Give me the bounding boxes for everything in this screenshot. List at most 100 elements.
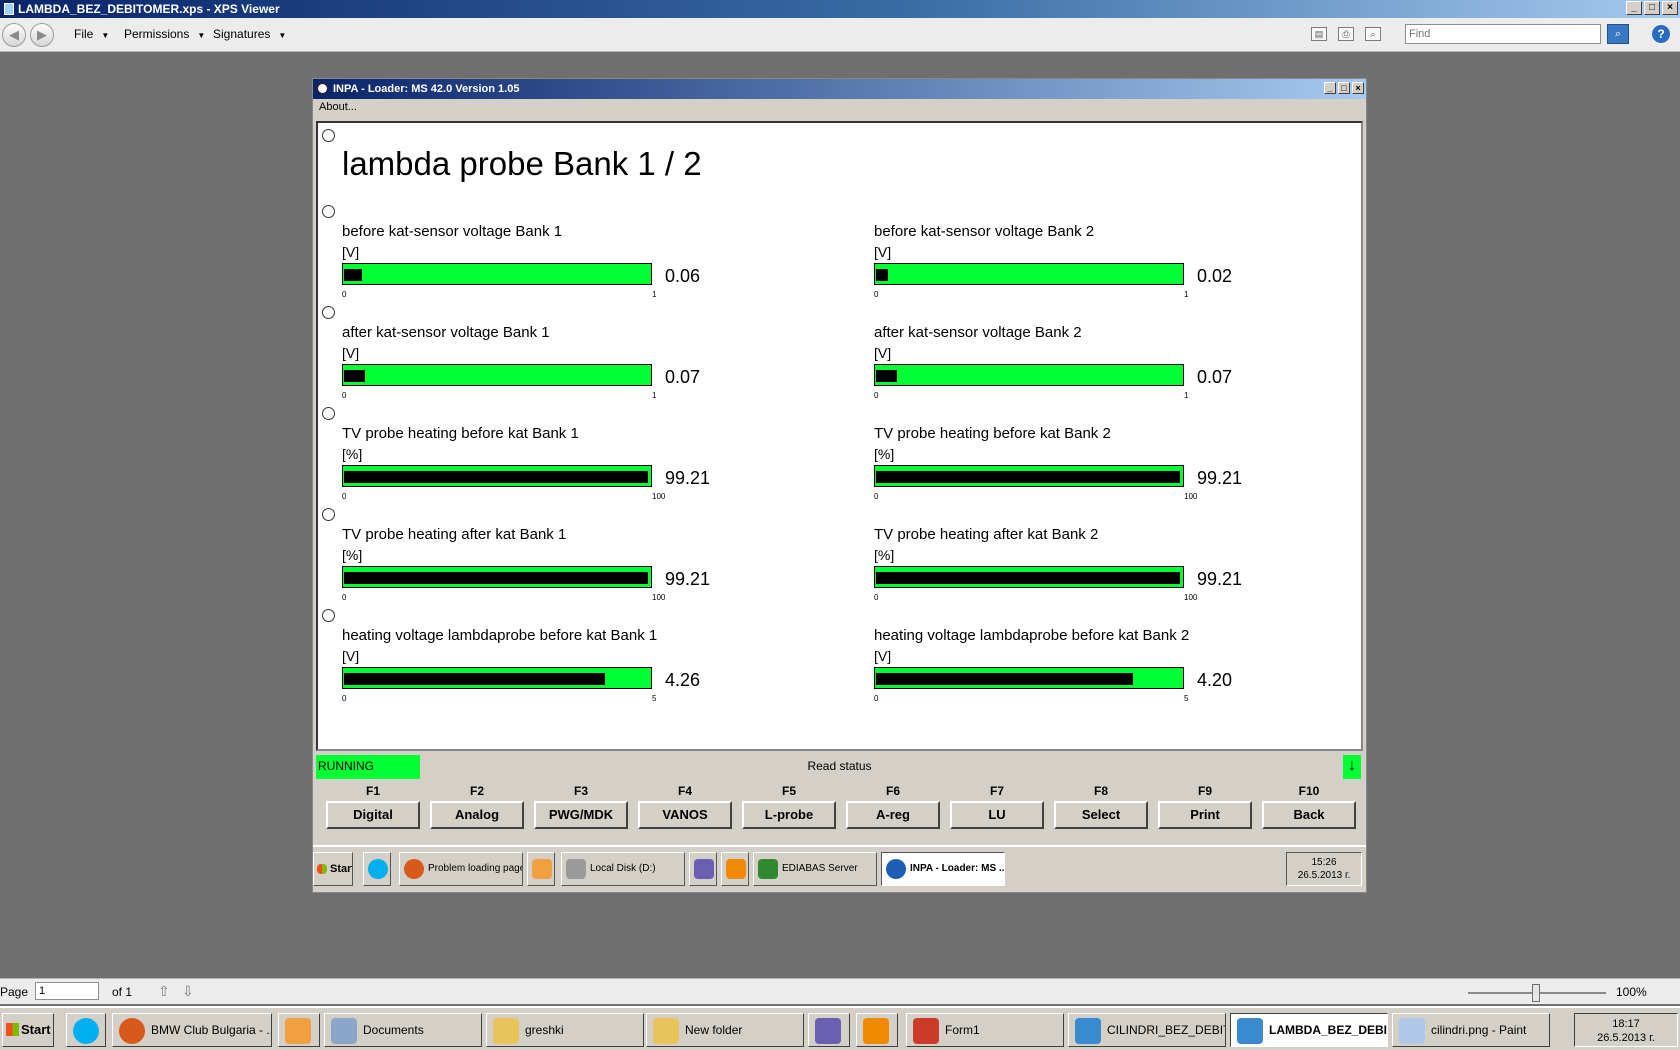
analog-button[interactable]: Analog [430, 801, 524, 829]
find-input[interactable] [1405, 24, 1601, 44]
inner-task-inpa[interactable]: INPA - Loader: MS ... [881, 852, 1005, 886]
folder-icon [493, 1018, 519, 1044]
clock-date: 26.5.2013 г. [1597, 1032, 1655, 1044]
close-button[interactable]: × [1662, 1, 1678, 15]
fkey-label: F7 [989, 784, 1004, 798]
skype-quicklaunch[interactable] [363, 852, 391, 886]
radio-button[interactable] [322, 609, 335, 622]
print-icon[interactable]: ⎙ [1338, 27, 1354, 41]
inpa-title: INPA - Loader: MS 42.0 Version 1.05 [333, 83, 520, 95]
gauge-min: 0 [874, 290, 879, 299]
gauge-9: heating voltage lambdaprobe before kat B… [342, 627, 722, 721]
skype-icon [73, 1018, 99, 1044]
menu-signatures[interactable]: Signatures ▼ [213, 27, 286, 41]
forward-button[interactable]: ▶ [30, 23, 54, 47]
page-number-input[interactable] [35, 982, 99, 1000]
gauge-label: TV probe heating before kat Bank 1 [342, 425, 579, 442]
gauge-max: 100 [1184, 492, 1198, 501]
gauge-max: 1 [1184, 391, 1189, 400]
gauge-label: before kat-sensor voltage Bank 2 [874, 223, 1095, 240]
inner-system-tray: 15:26 26.5.2013 г. [1286, 852, 1362, 886]
vlc-quicklaunch[interactable] [856, 1013, 898, 1047]
gauge-4: after kat-sensor voltage Bank 2 [V] 0.07 0 1 [874, 324, 1254, 418]
gauge-value: 99.21 [1197, 468, 1243, 488]
task-new-folder[interactable]: New folder [646, 1013, 804, 1047]
taskbar: Start BMW Club Bulgaria - ... Documents … [0, 1006, 1680, 1050]
page-view-icon[interactable]: ▤ [1311, 27, 1327, 41]
select-button[interactable]: Select [1054, 801, 1148, 829]
a-reg-button[interactable]: A-reg [846, 801, 940, 829]
inner-task-ediabas[interactable]: EDIABAS Server [753, 852, 877, 886]
menu-permissions-label: Permissions [124, 27, 190, 41]
vanos-button[interactable]: VANOS [638, 801, 732, 829]
radio-button[interactable] [322, 205, 335, 218]
help-icon[interactable]: ? [1652, 25, 1670, 43]
menu-file[interactable]: File ▼ [74, 27, 109, 41]
system-tray: 18:17 26.5.2013 г. [1574, 1013, 1678, 1047]
print-button[interactable]: Print [1158, 801, 1252, 829]
gauge-bar [874, 364, 1184, 386]
fkey-label: F1 [365, 784, 380, 798]
radio-button[interactable] [322, 129, 335, 142]
skype-quicklaunch[interactable] [66, 1013, 106, 1047]
media-quicklaunch[interactable] [278, 1013, 320, 1047]
radio-button[interactable] [322, 508, 335, 521]
gauge-unit: [V] [342, 648, 360, 664]
maximize-button[interactable]: □ [1644, 1, 1660, 15]
inner-task-disk[interactable]: Local Disk (D:) [561, 852, 685, 886]
lu-button[interactable]: LU [950, 801, 1044, 829]
inner-task-label: Local Disk (D:) [590, 863, 656, 874]
task-firefox[interactable]: BMW Club Bulgaria - ... [112, 1013, 272, 1047]
zoom-icon[interactable]: ⌕ [1365, 27, 1381, 41]
menu-about[interactable]: About... [319, 101, 357, 113]
radio-button[interactable] [322, 407, 335, 420]
next-page-icon[interactable]: ⇩ [182, 983, 194, 1000]
task-form1[interactable]: Form1 [906, 1013, 1064, 1047]
inner-clock-date: 26.5.2013 г. [1297, 870, 1351, 881]
search-icon[interactable]: ⌕ [1607, 24, 1629, 44]
inpa-content: lambda probe Bank 1 / 2 before kat-senso… [316, 121, 1363, 751]
vs-quicklaunch[interactable] [689, 852, 717, 886]
function-keys: F1 Digital F2 Analog F3 PWG/MDK F4 VANOS F5 L-pro… [316, 781, 1363, 841]
gauge-label: TV probe heating after kat Bank 1 [342, 526, 567, 543]
task-lambda-xps[interactable]: LAMBDA_BEZ_DEBI... [1230, 1013, 1388, 1047]
inpa-close-button[interactable]: × [1352, 82, 1364, 94]
inner-start-button[interactable]: Start [313, 852, 353, 886]
minimize-button[interactable]: _ [1626, 1, 1642, 15]
gauge-min: 0 [342, 492, 347, 501]
fkey-f8: F8 Select [1054, 781, 1148, 829]
menu-permissions[interactable]: Permissions ▼ [124, 27, 205, 41]
inpa-maximize-button[interactable]: □ [1338, 82, 1350, 94]
zoom-slider-thumb[interactable] [1532, 984, 1540, 1002]
start-button[interactable]: Start [2, 1013, 54, 1047]
inner-task-firefox[interactable]: Problem loading page... [399, 852, 523, 886]
previous-page-icon[interactable]: ⇧ [158, 983, 170, 1000]
radio-button[interactable] [322, 306, 335, 319]
gauge-max: 1 [652, 290, 657, 299]
task-label: Documents [363, 1023, 424, 1037]
fkey-f10: F10 Back [1262, 781, 1356, 829]
status-row: RUNNING Read status ↓ [316, 755, 1363, 779]
digital-button[interactable]: Digital [326, 801, 420, 829]
gauge-label: heating voltage lambdaprobe before kat B… [874, 627, 1190, 644]
inner-start-label: Start [330, 863, 353, 875]
task-greshki[interactable]: greshki [486, 1013, 644, 1047]
vlc-quicklaunch[interactable] [721, 852, 749, 886]
inpa-minimize-button[interactable]: _ [1324, 82, 1336, 94]
xps-titlebar[interactable]: LAMBDA_BEZ_DEBITOMER.xps - XPS Viewer _ … [0, 0, 1680, 18]
back-button[interactable]: Back [1262, 801, 1356, 829]
inner-task-label: Problem loading page... [428, 863, 522, 874]
task-paint[interactable]: cilindri.png - Paint [1392, 1013, 1550, 1047]
task-documents[interactable]: Documents [324, 1013, 482, 1047]
back-button[interactable]: ◀ [2, 23, 26, 47]
l-probe-button[interactable]: L-probe [742, 801, 836, 829]
fkey-label: F3 [573, 784, 588, 798]
page-label: Page [0, 985, 29, 999]
media-quicklaunch[interactable] [527, 852, 555, 886]
pwg-mdk-button[interactable]: PWG/MDK [534, 801, 628, 829]
vs-quicklaunch[interactable] [808, 1013, 850, 1047]
gauge-label: heating voltage lambdaprobe before kat B… [342, 627, 658, 644]
task-cilindri-xps[interactable]: CILINDRI_BEZ_DEBIT... [1068, 1013, 1226, 1047]
arrow-down-icon: ↓ [1343, 755, 1361, 779]
gauge-unit: [%] [874, 547, 895, 563]
